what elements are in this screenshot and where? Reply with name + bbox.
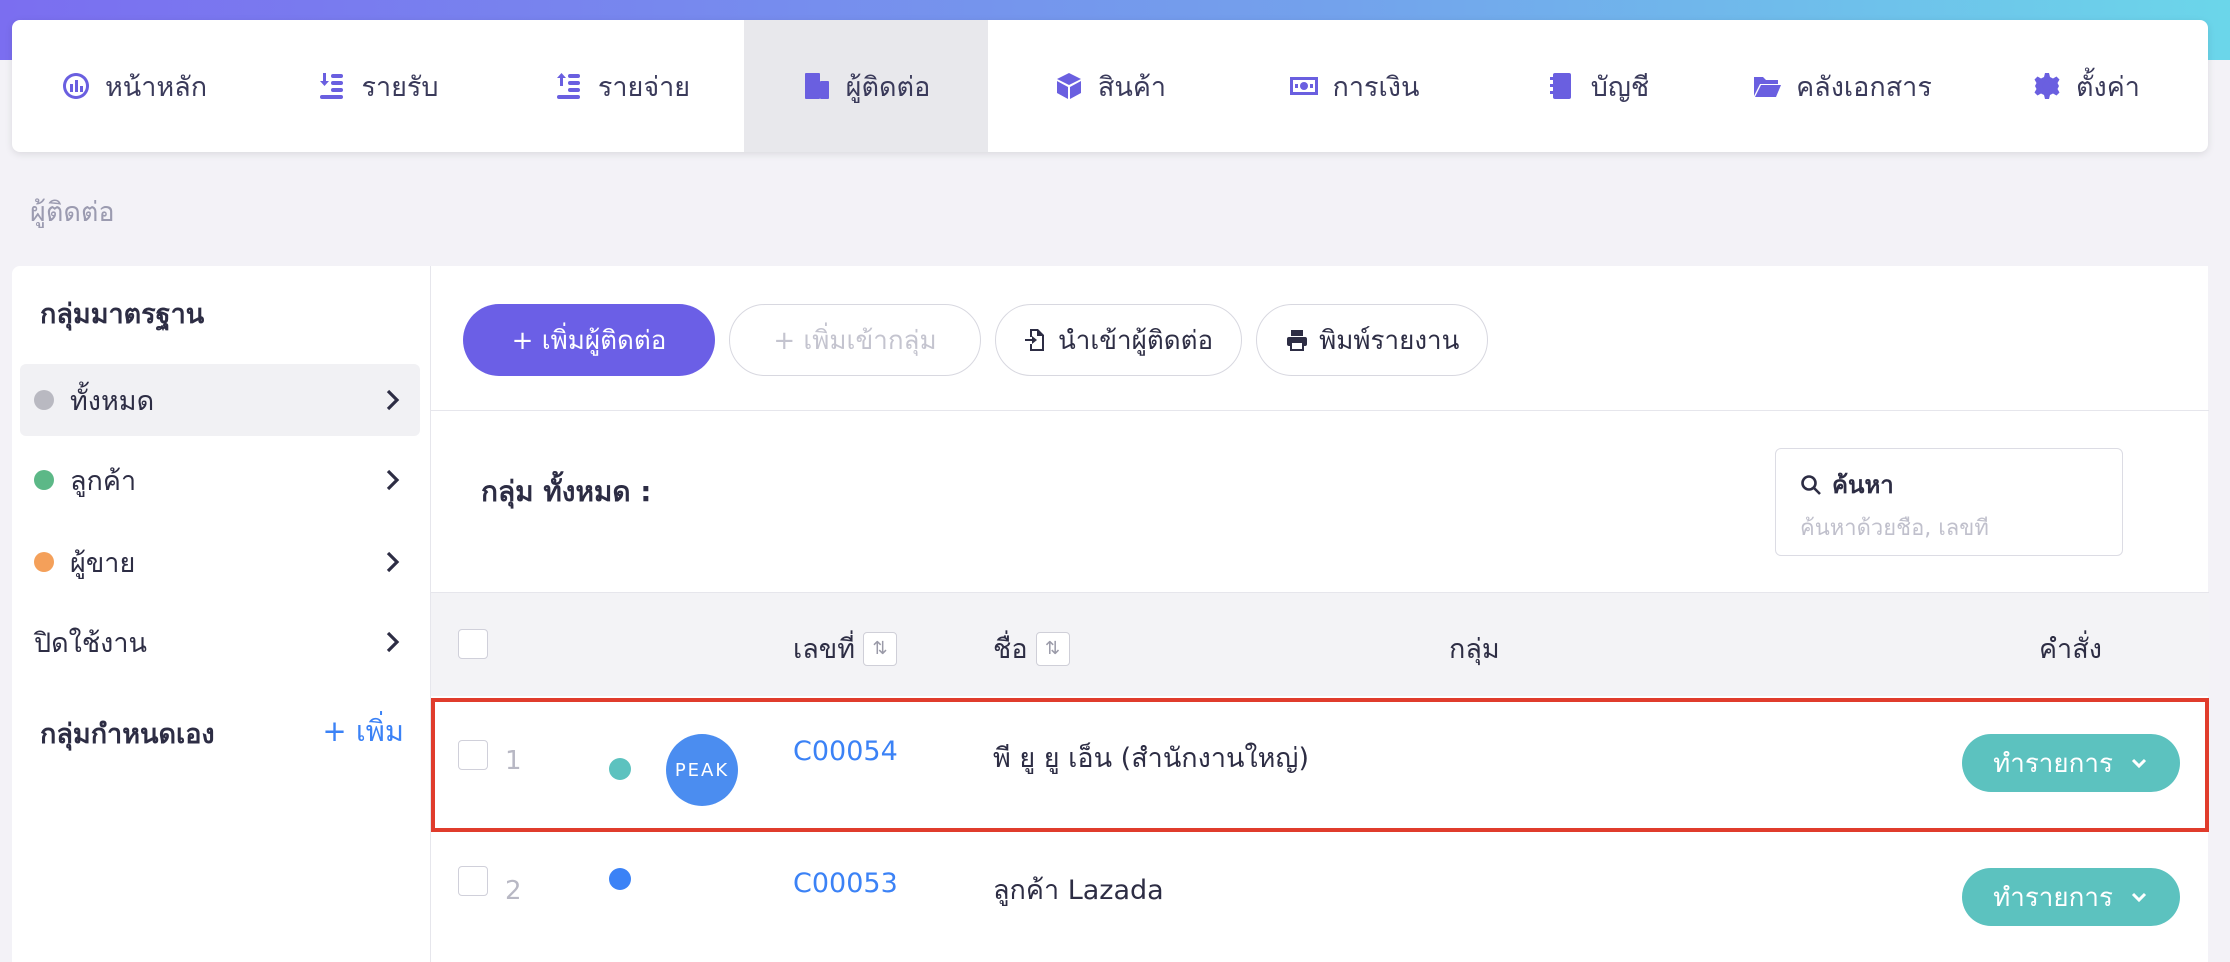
chevron-right-icon — [386, 389, 400, 411]
add-contact-button[interactable]: + เพิ่มผู้ติดต่อ — [463, 304, 715, 376]
nav-item-finance[interactable]: การเงิน — [1232, 20, 1476, 152]
search-label: ค้นหา — [1800, 465, 2098, 504]
print-report-button[interactable]: พิมพ์รายงาน — [1256, 304, 1489, 376]
column-header-group: กลุ่ม — [1449, 627, 1500, 670]
sidebar-item-label: ทั้งหมด — [70, 385, 155, 417]
main-nav: หน้าหลัก รายรับ รายจ่าย ผู้ติดต่อ สินค้า… — [12, 20, 2208, 152]
dashboard-icon — [62, 73, 89, 99]
chevron-right-icon — [386, 631, 400, 653]
nav-label: ตั้งค่า — [2076, 71, 2140, 103]
chevron-down-icon — [2131, 758, 2146, 769]
sidebar-item-all[interactable]: ทั้งหมด — [20, 364, 420, 436]
table-header: เลขที่ ⇅ ชื่อ ⇅ กลุ่ม คำสั่ง — [431, 592, 2209, 696]
chevron-down-icon — [2131, 892, 2146, 903]
box-icon — [1056, 73, 1081, 99]
row-number: 2 — [505, 876, 522, 906]
nav-item-settings[interactable]: ตั้งค่า — [1964, 20, 2208, 152]
contact-name: พี ยู ยู เอ็น (สำนักงานใหญ่) — [993, 743, 1309, 774]
row-number: 1 — [505, 746, 522, 776]
toolbar: + เพิ่มผู้ติดต่อ + เพิ่มเข้ากลุ่ม นำเข้า… — [463, 304, 1489, 376]
button-label: พิมพ์รายงาน — [1319, 325, 1460, 356]
money-icon — [1289, 77, 1318, 95]
custom-groups-heading: กลุ่มกำหนดเอง — [40, 719, 215, 750]
contact-name: ลูกค้า Lazada — [993, 875, 1164, 906]
sidebar-item-vendors[interactable]: ผู้ขาย — [20, 526, 420, 598]
divider — [431, 410, 2209, 411]
nav-label: ผู้ติดต่อ — [845, 71, 931, 103]
column-header-name: ชื่อ ⇅ — [993, 627, 1070, 670]
standard-groups-heading: กลุ่มมาตรฐาน — [40, 299, 205, 330]
nav-item-expense[interactable]: รายจ่าย — [500, 20, 744, 152]
status-dot — [34, 390, 54, 410]
table-row[interactable]: 2 C00053 ลูกค้า Lazada ทำรายการ — [431, 836, 2209, 962]
chevron-right-icon — [386, 469, 400, 491]
column-header-code: เลขที่ ⇅ — [793, 627, 898, 670]
nav-item-accounting[interactable]: บัญชี — [1476, 20, 1720, 152]
printer-icon — [1287, 330, 1308, 351]
nav-label: หน้าหลัก — [104, 71, 208, 103]
folder-icon — [1754, 77, 1782, 97]
group-title: กลุ่ม ทั้งหมด : — [481, 475, 652, 508]
table-row[interactable]: 1 PEAK C00054 พี ยู ยู เอ็น (สำนักงานใหญ… — [431, 698, 2209, 832]
expense-icon — [556, 73, 580, 99]
search-label-text: ค้นหา — [1832, 471, 1894, 499]
nav-label: บัญชี — [1590, 71, 1650, 103]
column-header-action: คำสั่ง — [2039, 627, 2102, 670]
nav-label: รายจ่าย — [597, 71, 691, 103]
nav-item-dashboard[interactable]: หน้าหลัก — [12, 20, 256, 152]
contacts-icon — [804, 73, 829, 99]
file-import-icon — [1025, 329, 1044, 351]
button-label: ทำรายการ — [1993, 748, 2113, 779]
breadcrumb: ผู้ติดต่อ — [30, 197, 115, 228]
search-input[interactable] — [1800, 516, 2098, 541]
contacts-panel: + เพิ่มผู้ติดต่อ + เพิ่มเข้ากลุ่ม นำเข้า… — [430, 266, 2209, 962]
sort-icon[interactable]: ⇅ — [1035, 631, 1070, 666]
column-label: ชื่อ — [993, 634, 1028, 665]
nav-item-contacts[interactable]: ผู้ติดต่อ — [744, 20, 988, 152]
sidebar-item-label: ปิดใช้งาน — [34, 627, 147, 659]
button-label: นำเข้าผู้ติดต่อ — [1058, 325, 1214, 356]
row-checkbox[interactable] — [458, 866, 488, 896]
nav-label: คลังเอกสาร — [1796, 71, 1932, 103]
contact-code-link[interactable]: C00053 — [793, 868, 898, 899]
nav-label: สินค้า — [1097, 71, 1167, 103]
sidebar-item-inactive[interactable]: ปิดใช้งาน — [20, 606, 420, 678]
nav-label: รายรับ — [361, 71, 439, 103]
group-color-dot — [609, 868, 631, 890]
column-label: คำสั่ง — [2039, 634, 2102, 665]
sort-icon[interactable]: ⇅ — [863, 631, 898, 666]
nav-item-income[interactable]: รายรับ — [256, 20, 500, 152]
column-label: กลุ่ม — [1449, 634, 1500, 665]
chevron-right-icon — [386, 551, 400, 573]
search-icon — [1801, 474, 1821, 495]
button-label: ทำรายการ — [1993, 882, 2113, 913]
ledger-icon — [1549, 73, 1571, 99]
sidebar-item-label: ลูกค้า — [70, 465, 137, 497]
group-sidebar: กลุ่มมาตรฐาน ทั้งหมด ลูกค้า ผู้ขาย ปิดใช… — [12, 266, 430, 962]
action-dropdown-button[interactable]: ทำรายการ — [1962, 868, 2180, 926]
income-icon — [320, 73, 344, 99]
nav-item-products[interactable]: สินค้า — [988, 20, 1232, 152]
status-dot — [34, 552, 54, 572]
sidebar-item-label: ผู้ขาย — [70, 547, 136, 579]
avatar: PEAK — [666, 734, 738, 806]
gear-icon — [2034, 73, 2060, 99]
nav-label: การเงิน — [1332, 71, 1420, 103]
status-dot — [34, 470, 54, 490]
row-checkbox[interactable] — [458, 740, 488, 770]
sidebar-item-customers[interactable]: ลูกค้า — [20, 444, 420, 516]
action-dropdown-button[interactable]: ทำรายการ — [1962, 734, 2180, 792]
contact-code-link[interactable]: C00054 — [793, 736, 898, 767]
select-all-checkbox[interactable] — [458, 629, 488, 659]
add-group-button[interactable]: + เพิ่ม — [322, 708, 404, 754]
nav-item-documents[interactable]: คลังเอกสาร — [1720, 20, 1964, 152]
group-color-dot — [609, 758, 631, 780]
column-label: เลขที่ — [793, 634, 856, 665]
add-to-group-button[interactable]: + เพิ่มเข้ากลุ่ม — [729, 304, 981, 376]
search-box: ค้นหา — [1775, 448, 2123, 556]
import-contacts-button[interactable]: นำเข้าผู้ติดต่อ — [995, 304, 1243, 376]
